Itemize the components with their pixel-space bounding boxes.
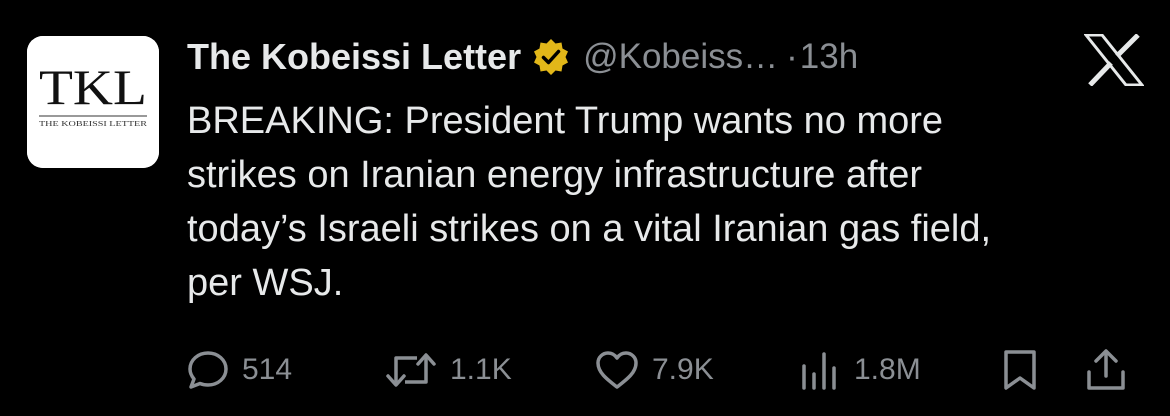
views-button[interactable]: 1.8M bbox=[798, 340, 921, 400]
x-logo-icon[interactable] bbox=[1082, 33, 1146, 87]
avatar-subtitle: THE KOBEISSI LETTER bbox=[39, 120, 147, 128]
views-icon bbox=[798, 348, 842, 392]
heart-icon bbox=[594, 348, 640, 392]
tweet-line: BREAKING: President Trump wants no more bbox=[187, 100, 944, 142]
share-icon bbox=[1084, 348, 1128, 392]
tweet-header: The Kobeissi Letter @Kobeiss… · 13h bbox=[187, 32, 858, 82]
like-count: 7.9K bbox=[652, 353, 714, 386]
share-button[interactable] bbox=[1084, 340, 1128, 400]
avatar-monogram: TKL bbox=[39, 59, 147, 115]
retweet-count: 1.1K bbox=[450, 353, 512, 386]
tweet-text: BREAKING: President Trump wants no more … bbox=[187, 94, 1147, 310]
timestamp[interactable]: 13h bbox=[800, 37, 858, 77]
like-button[interactable]: 7.9K bbox=[594, 340, 714, 400]
reply-button[interactable]: 514 bbox=[186, 340, 292, 400]
bookmark-icon bbox=[998, 348, 1042, 392]
retweet-icon bbox=[384, 348, 438, 392]
views-count: 1.8M bbox=[854, 353, 921, 386]
retweet-button[interactable]: 1.1K bbox=[384, 340, 512, 400]
reply-icon bbox=[186, 348, 230, 392]
tweet-line: today’s Israeli strikes on a vital Irani… bbox=[187, 208, 992, 250]
avatar[interactable]: TKL THE KOBEISSI LETTER bbox=[27, 36, 159, 168]
separator-dot: · bbox=[786, 37, 798, 76]
tweet-line: per WSJ. bbox=[187, 262, 344, 304]
tweet-line: strikes on Iranian energy infrastructure… bbox=[187, 154, 923, 196]
author-name[interactable]: The Kobeissi Letter bbox=[187, 36, 521, 78]
reply-count: 514 bbox=[242, 353, 293, 386]
verified-badge-icon bbox=[531, 37, 571, 77]
bookmark-button[interactable] bbox=[998, 340, 1042, 400]
tweet-card[interactable]: TKL THE KOBEISSI LETTER The Kobeissi Let… bbox=[0, 0, 1170, 416]
action-bar: 514 1.1K 7.9K 1.8M bbox=[0, 340, 1170, 400]
author-handle[interactable]: @Kobeiss… bbox=[583, 37, 778, 77]
